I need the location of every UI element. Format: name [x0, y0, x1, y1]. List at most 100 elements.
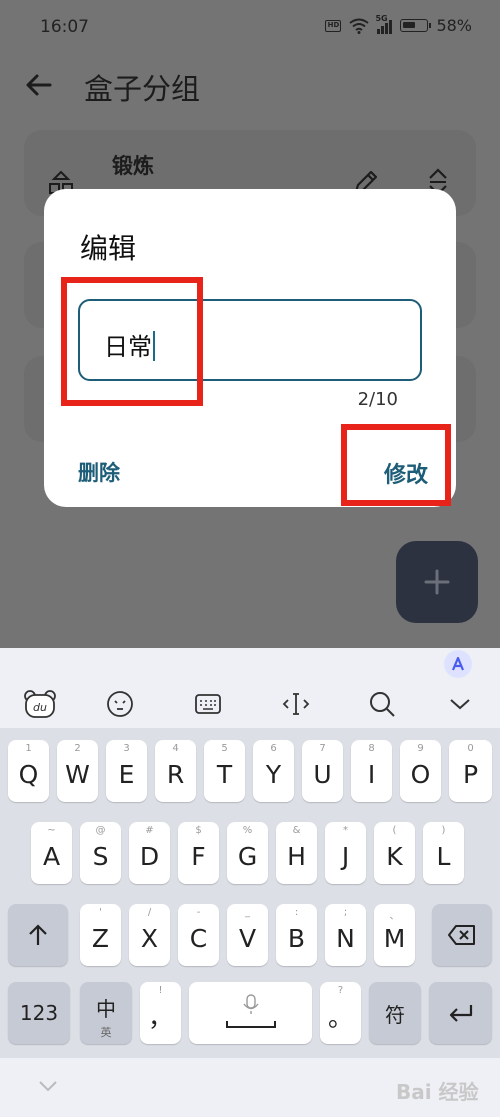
cursor-icon[interactable]	[276, 684, 316, 724]
chevron-down-icon[interactable]	[38, 1080, 58, 1092]
battery-level	[403, 22, 416, 28]
watermark: Bai 经验	[396, 1080, 479, 1104]
key-sub-label: ~	[47, 825, 56, 836]
status-indicators: HD 5G 58%	[325, 14, 472, 35]
key-f[interactable]: $ F	[178, 822, 219, 884]
key-sub-label: !	[158, 985, 163, 996]
key-sub-label: -	[196, 907, 201, 918]
enter-icon	[449, 1005, 472, 1022]
key-r[interactable]: 4R	[155, 740, 196, 802]
shift-key[interactable]	[8, 904, 68, 966]
key-sub-label: (	[392, 825, 397, 836]
key-z[interactable]: ' Z	[80, 904, 121, 966]
key-sub-label: 2	[74, 743, 81, 754]
microphone-icon	[225, 994, 276, 1028]
key-label: S	[92, 841, 109, 871]
key-label: W	[65, 759, 90, 789]
key-h[interactable]: & H	[276, 822, 317, 884]
status-time: 16:07	[40, 17, 89, 37]
key-u[interactable]: 7U	[302, 740, 343, 802]
key-c[interactable]: -C	[178, 904, 219, 966]
key-sub-label: /	[147, 907, 152, 918]
key-sub-label: #	[145, 825, 154, 836]
space-key[interactable]	[189, 982, 312, 1044]
key-label: Q	[18, 759, 39, 789]
key-y[interactable]: 6Y	[253, 740, 294, 802]
key-sub-label: 6	[270, 743, 277, 754]
search-icon[interactable]	[362, 684, 402, 724]
key-s[interactable]: @ S	[80, 822, 121, 884]
svg-text:du: du	[33, 701, 47, 714]
key-e[interactable]: 3E	[106, 740, 147, 802]
key-label: F	[191, 841, 206, 871]
key-label: H	[287, 841, 306, 871]
numbers-key[interactable]: 123	[8, 982, 70, 1044]
key-o[interactable]: 9O	[400, 740, 441, 802]
key-label: A	[42, 841, 61, 871]
enter-key[interactable]	[429, 982, 492, 1044]
assistant-icon[interactable]	[444, 650, 472, 678]
key-q[interactable]: 1Q	[8, 740, 49, 802]
key-i[interactable]: 8I	[351, 740, 392, 802]
key-t[interactable]: 5T	[204, 740, 245, 802]
add-group-button[interactable]	[396, 541, 478, 623]
emoji-icon[interactable]	[100, 684, 140, 724]
key-sub-label: %	[242, 825, 253, 836]
key-label: K	[386, 841, 403, 871]
key-k[interactable]: (K	[374, 822, 415, 884]
key-b[interactable]: :B	[276, 904, 317, 966]
symbols-key[interactable]: 符	[369, 982, 421, 1044]
key-m[interactable]: 、 M	[374, 904, 415, 966]
key-sub-label: 英	[100, 1026, 112, 1039]
key-label: N	[336, 923, 355, 953]
page-title: 盒子分组	[84, 72, 201, 106]
key-x[interactable]: / X	[129, 904, 170, 966]
key-p[interactable]: 0P	[449, 740, 492, 802]
key-label: E	[118, 759, 135, 789]
key-w[interactable]: 2W	[57, 740, 98, 802]
key-a[interactable]: ~ A	[31, 822, 72, 884]
backspace-key[interactable]	[432, 904, 492, 966]
key-label: V	[238, 923, 257, 953]
key-sub-label: :	[294, 907, 299, 918]
delete-button[interactable]: 删除	[78, 457, 120, 487]
key-d[interactable]: # D	[129, 822, 170, 884]
key-v[interactable]: _ V	[227, 904, 268, 966]
group-name: 锻炼	[112, 154, 154, 178]
key-label: ，	[147, 1003, 173, 1032]
key-l[interactable]: ) L	[423, 822, 464, 884]
key-sub-label: 9	[417, 743, 424, 754]
key-sub-label: 8	[368, 743, 375, 754]
keyboard-icon[interactable]	[188, 684, 228, 724]
key-sub-label: @	[95, 825, 106, 836]
key-label: P	[462, 759, 479, 789]
key-sub-label: '	[99, 907, 102, 918]
key-sub-label: 5	[221, 743, 228, 754]
key-g[interactable]: % G	[227, 822, 268, 884]
key-label: M	[383, 923, 406, 953]
key-sub-label: &	[292, 825, 301, 836]
period-key[interactable]: ?。	[320, 982, 361, 1044]
key-sub-label: 4	[172, 743, 179, 754]
key-sub-label: )	[441, 825, 446, 836]
key-n[interactable]: ; N	[325, 904, 366, 966]
comma-key[interactable]: !，	[140, 982, 181, 1044]
key-sub-label: ?	[337, 985, 344, 996]
language-switch-key[interactable]: 中 英	[80, 982, 132, 1044]
key-label: 123	[19, 1001, 59, 1025]
wifi-icon	[349, 18, 370, 34]
shift-arrow-icon	[29, 924, 47, 945]
key-sub-label: 7	[319, 743, 326, 754]
key-j[interactable]: * J	[325, 822, 366, 884]
du-bear-icon[interactable]: du	[20, 684, 60, 724]
key-label: B	[287, 923, 306, 953]
chevron-down-icon[interactable]	[440, 684, 480, 724]
key-label: X	[140, 923, 159, 953]
battery-percent: 58%	[436, 16, 472, 35]
dialog-title: 编辑	[80, 232, 137, 265]
key-label: R	[166, 759, 185, 789]
highlight-box-modify	[341, 424, 451, 506]
arrow-left-icon[interactable]	[24, 70, 54, 100]
key-label: I	[367, 759, 376, 789]
key-label: D	[139, 841, 160, 871]
